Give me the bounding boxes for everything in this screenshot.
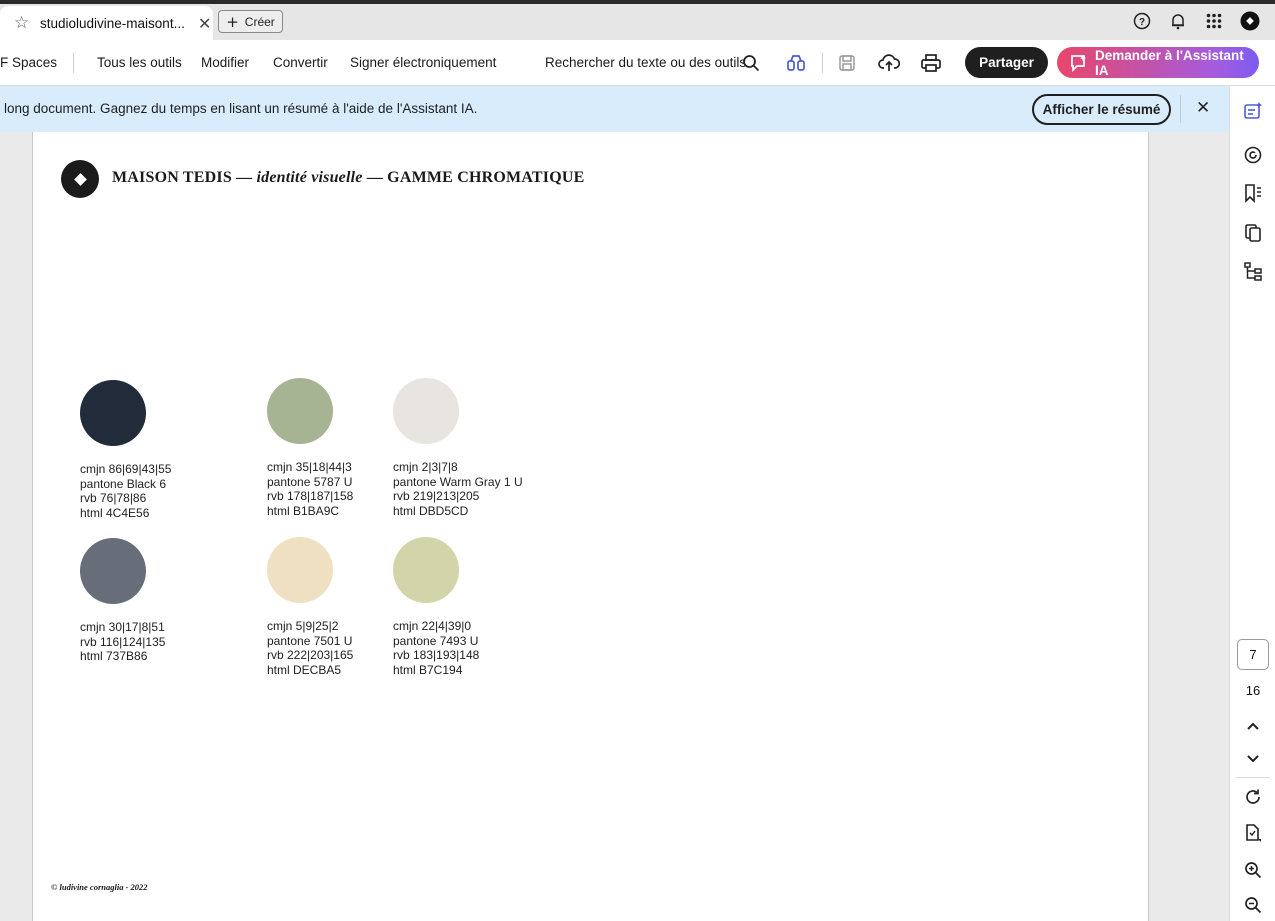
- comment-icon[interactable]: [1242, 144, 1264, 166]
- page-title: MAISON TEDIS — identité visuelle — GAMME…: [112, 169, 585, 186]
- color-swatch: cmjn 2|3|7|8 pantone Warm Gray 1 U rvb 2…: [393, 378, 523, 518]
- search-icon[interactable]: [739, 51, 763, 75]
- cloud-upload-icon[interactable]: [877, 51, 901, 75]
- svg-text:?: ?: [1139, 17, 1145, 28]
- swatch-pantone: pantone 5787 U: [267, 474, 353, 489]
- swatch-cmyk: cmjn 30|17|8|51: [80, 620, 165, 634]
- swatch-html: html B1BA9C: [267, 503, 340, 518]
- swatch-rgb: rvb 222|203|165: [267, 648, 354, 662]
- document-viewport[interactable]: MAISON TEDIS — identité visuelle — GAMME…: [0, 132, 1229, 921]
- right-tool-rail: 7 16: [1229, 86, 1275, 921]
- zoom-in-icon[interactable]: [1242, 859, 1264, 881]
- swatch-pantone: pantone 7501 U: [267, 633, 353, 648]
- zoom-out-icon[interactable]: [1242, 894, 1264, 916]
- search-tools-label[interactable]: Rechercher du texte ou des outils: [545, 55, 746, 70]
- color-swatch: cmjn 22|4|39|0 pantone 7493 U rvb 183|19…: [393, 537, 479, 677]
- swatch-rgb: rvb 219|213|205: [393, 489, 480, 503]
- ai-assistant-label: Demander à l'Assistant IA: [1095, 47, 1244, 78]
- window-top-edge: [0, 0, 1275, 4]
- close-icon[interactable]: ✕: [1196, 98, 1210, 118]
- brand-logo: [61, 160, 99, 198]
- swatch-cmyk: cmjn 2|3|7|8: [393, 460, 458, 474]
- toolbar-divider: [73, 53, 74, 73]
- banner-divider: [1180, 95, 1181, 123]
- swatch-pantone: pantone 7493 U: [393, 633, 479, 648]
- color-swatch: cmjn 86|69|43|55 pantone Black 6 rvb 76|…: [80, 380, 171, 520]
- color-swatch: cmjn 5|9|25|2 pantone 7501 U rvb 222|203…: [267, 537, 353, 677]
- copy-pages-icon[interactable]: [1242, 222, 1264, 244]
- ai-chat-icon: [1069, 53, 1089, 73]
- swatch-cmyk: cmjn 35|18|44|3: [267, 460, 352, 474]
- create-button[interactable]: + Créer: [218, 10, 283, 33]
- copyright-footer: © ludivine cornaglia - 2022: [51, 882, 148, 892]
- spaces-menu[interactable]: F Spaces: [0, 55, 57, 70]
- active-tab[interactable]: ☆ studioludivine-maisont... ✕: [0, 6, 213, 40]
- swatch-cmyk: cmjn 22|4|39|0: [393, 619, 472, 633]
- ai-compare-icon[interactable]: [784, 51, 808, 75]
- swatch-html: html 737B86: [80, 649, 148, 663]
- color-swatch: cmjn 35|18|44|3 pantone 5787 U rvb 178|1…: [267, 378, 353, 518]
- chevron-down-icon[interactable]: [1242, 748, 1264, 770]
- swatch-rgb: rvb 178|187|158: [267, 489, 354, 503]
- help-icon[interactable]: ?: [1132, 11, 1152, 31]
- edit-menu[interactable]: Modifier: [201, 55, 249, 70]
- share-button[interactable]: Partager: [965, 47, 1048, 78]
- plus-icon: +: [226, 12, 239, 31]
- apps-grid-icon[interactable]: [1204, 11, 1224, 31]
- account-icon[interactable]: [1240, 11, 1260, 31]
- bookmark-icon[interactable]: [1242, 182, 1264, 204]
- esign-menu[interactable]: Signer électroniquement: [350, 55, 496, 70]
- banner-message: long document. Gagnez du temps en lisant…: [4, 101, 478, 116]
- swatch-circle: [393, 537, 459, 603]
- swatch-pantone: pantone Black 6: [80, 476, 167, 491]
- toolbar-divider: [822, 53, 823, 73]
- swatch-rgb: rvb 76|78|86: [80, 491, 147, 505]
- pdf-page: MAISON TEDIS — identité visuelle — GAMME…: [32, 132, 1149, 921]
- swatch-circle: [267, 537, 333, 603]
- create-button-label: Créer: [244, 14, 275, 29]
- browser-tab-bar: ☆ studioludivine-maisont... ✕ + Créer ?: [0, 0, 1275, 40]
- swatch-circle: [80, 380, 146, 446]
- swatch-html: html DECBA5: [267, 662, 342, 677]
- swatch-circle: [80, 538, 146, 604]
- print-icon[interactable]: [919, 51, 943, 75]
- ai-summary-icon[interactable]: [1242, 100, 1264, 122]
- color-swatch: cmjn 30|17|8|51 rvb 116|124|135 html 737…: [80, 538, 165, 664]
- swatch-rgb: rvb 183|193|148: [393, 648, 480, 662]
- swatch-cmyk: cmjn 5|9|25|2: [267, 619, 339, 633]
- all-tools-menu[interactable]: Tous les outils: [97, 55, 182, 70]
- show-summary-button[interactable]: Afficher le résumé: [1032, 94, 1171, 125]
- swatch-rgb: rvb 116|124|135: [80, 634, 166, 649]
- total-pages: 16: [1245, 683, 1261, 698]
- swatch-circle: [393, 378, 459, 444]
- swatch-pantone: pantone Warm Gray 1 U: [393, 474, 523, 489]
- swatch-circle: [267, 378, 333, 444]
- tab-close-icon[interactable]: ✕: [198, 14, 211, 33]
- save-icon[interactable]: [835, 51, 859, 75]
- rotate-icon[interactable]: [1242, 786, 1264, 808]
- convert-menu[interactable]: Convertir: [273, 55, 328, 70]
- ai-assistant-button[interactable]: Demander à l'Assistant IA: [1057, 47, 1259, 78]
- swatch-html: html DBD5CD: [393, 503, 469, 518]
- swatch-html: html B7C194: [393, 662, 463, 677]
- page-fit-icon[interactable]: [1242, 822, 1264, 844]
- rail-divider: [1236, 777, 1270, 778]
- tab-title: studioludivine-maisont...: [40, 15, 185, 31]
- ai-summary-banner: long document. Gagnez du temps en lisant…: [0, 86, 1229, 132]
- bell-icon[interactable]: [1168, 11, 1188, 31]
- swatch-html: html 4C4E56: [80, 505, 150, 520]
- current-page-input[interactable]: 7: [1237, 639, 1269, 670]
- structure-tree-icon[interactable]: [1242, 260, 1264, 282]
- chevron-up-icon[interactable]: [1242, 715, 1264, 737]
- star-icon[interactable]: ☆: [14, 13, 36, 33]
- swatch-cmyk: cmjn 86|69|43|55: [80, 462, 172, 476]
- acrobat-toolbar: F Spaces Tous les outils Modifier Conver…: [0, 40, 1275, 86]
